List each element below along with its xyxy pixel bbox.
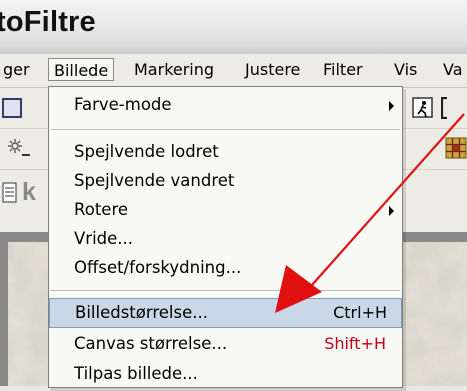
menu-item-shortcut: Ctrl+H xyxy=(333,303,387,322)
sun-icon[interactable] xyxy=(6,137,30,157)
window-title: toFiltre xyxy=(0,6,96,38)
menu-item-shortcut: Shift+H xyxy=(324,334,386,353)
menu-markering[interactable]: Markering xyxy=(129,58,219,81)
menu-item-label: Vride... xyxy=(74,229,134,248)
menu-item-label: Farve-mode xyxy=(74,95,172,114)
grid-icon[interactable] xyxy=(445,137,467,159)
menu-item-label: Billedstørrelse... xyxy=(75,303,208,322)
menu-file-fragment[interactable]: ger xyxy=(0,58,35,81)
menu-item-offset[interactable]: Offset/forskydning... xyxy=(49,254,402,285)
submenu-arrow-icon xyxy=(389,101,394,111)
menu-item-farve-mode[interactable]: Farve-mode xyxy=(49,91,402,122)
menu-item-label: Offset/forskydning... xyxy=(74,258,242,277)
menu-item-label: Tilpas billede... xyxy=(74,364,198,383)
menu-vis[interactable]: Vis xyxy=(389,58,422,81)
submenu-arrow-icon xyxy=(389,206,394,216)
menu-filter[interactable]: Filter xyxy=(318,58,368,81)
menu-separator xyxy=(51,290,400,292)
disk-icon[interactable] xyxy=(2,98,22,118)
menu-item-spejlvende-lodret[interactable]: Spejlvende lodret xyxy=(49,138,402,169)
menu-item-spejlvende-vandret[interactable]: Spejlvende vandret xyxy=(49,167,402,198)
document-icon xyxy=(2,182,22,203)
menu-item-label: Spejlvende vandret xyxy=(74,171,235,190)
runner-icon[interactable] xyxy=(412,97,433,118)
menu-item-canvas-storrelse[interactable]: Canvas størrelse... Shift+H xyxy=(49,330,402,361)
frame-icon[interactable] xyxy=(440,96,461,120)
menu-separator xyxy=(51,129,400,131)
document-title-fragment: k xyxy=(22,178,36,206)
title-bar: toFiltre xyxy=(0,0,467,55)
menu-billede[interactable]: Billede xyxy=(48,58,115,81)
billede-dropdown: Farve-mode Spejlvende lodret Spejlvende … xyxy=(48,86,403,388)
menu-va-fragment[interactable]: Va xyxy=(438,58,467,81)
menu-bar: ger Billede Markering Justere Filter Vis… xyxy=(0,54,467,88)
menu-item-rotere[interactable]: Rotere xyxy=(49,196,402,227)
menu-item-tilpas-billede[interactable]: Tilpas billede... xyxy=(49,360,402,391)
menu-item-label: Spejlvende lodret xyxy=(74,142,219,161)
menu-justere[interactable]: Justere xyxy=(240,58,305,81)
menu-item-vride[interactable]: Vride... xyxy=(49,225,402,256)
menu-item-label: Canvas størrelse... xyxy=(74,334,228,353)
menu-item-billedstorrelse[interactable]: Billedstørrelse... Ctrl+H xyxy=(49,298,402,328)
menu-item-label: Rotere xyxy=(74,200,129,219)
